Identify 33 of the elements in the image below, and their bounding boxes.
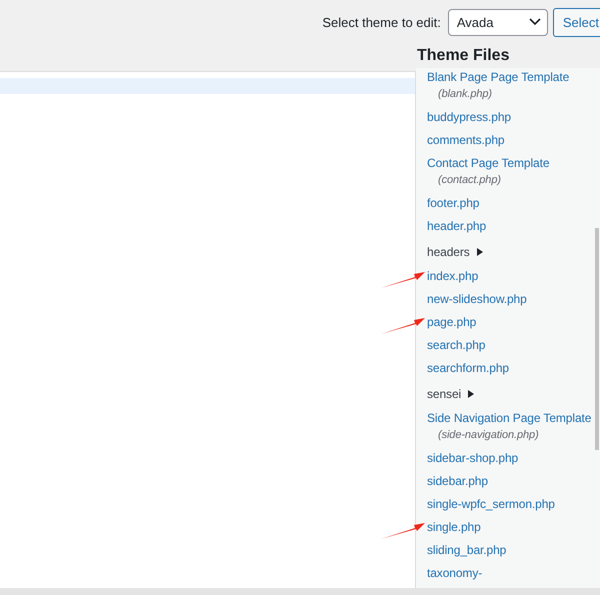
file-link[interactable]: Blank Page Page Template — [427, 70, 570, 84]
file-name: (side-navigation.php) — [437, 428, 540, 442]
file-link[interactable]: sidebar-shop.php — [427, 451, 518, 465]
file-link[interactable]: footer.php — [427, 196, 480, 210]
scrollbar-thumb[interactable] — [595, 228, 599, 450]
file-link[interactable]: sliding_bar.php — [427, 543, 506, 557]
file-link[interactable]: index.php — [427, 269, 478, 283]
file-link[interactable]: single-wpfc_sermon.php — [427, 497, 555, 511]
theme-files-heading: Theme Files — [416, 46, 510, 66]
horizontal-scrollbar[interactable] — [0, 588, 600, 595]
file-link[interactable]: header.php — [427, 219, 486, 233]
file-link[interactable]: comments.php — [427, 133, 505, 147]
file-link[interactable]: taxonomy- — [427, 566, 482, 580]
code-editor[interactable] — [0, 71, 416, 588]
file-link[interactable]: single.php — [427, 520, 481, 534]
caret-icon[interactable] — [468, 390, 474, 398]
file-link[interactable]: search.php — [427, 338, 486, 352]
file-link[interactable]: page.php — [427, 315, 476, 329]
file-link[interactable]: sidebar.php — [427, 474, 488, 488]
file-link[interactable]: buddypress.php — [427, 110, 511, 124]
file-link[interactable]: Contact Page Template — [427, 156, 550, 170]
theme-select-label: Select theme to edit: — [322, 14, 441, 30]
folder-toggle[interactable]: headers — [427, 245, 470, 259]
file-name: (blank.php) — [437, 87, 493, 101]
caret-icon[interactable] — [476, 248, 483, 256]
file-name: (contact.php) — [437, 173, 502, 187]
theme-select[interactable]: Avada — [448, 8, 548, 36]
folder-toggle[interactable]: sensei — [427, 387, 462, 401]
select-button[interactable]: Select — [552, 8, 600, 36]
file-link[interactable]: new-slideshow.php — [427, 292, 527, 306]
file-link[interactable]: Side Navigation Page Template — [427, 411, 592, 425]
chevron-icon — [528, 18, 541, 26]
file-link[interactable]: searchform.php — [427, 361, 509, 375]
